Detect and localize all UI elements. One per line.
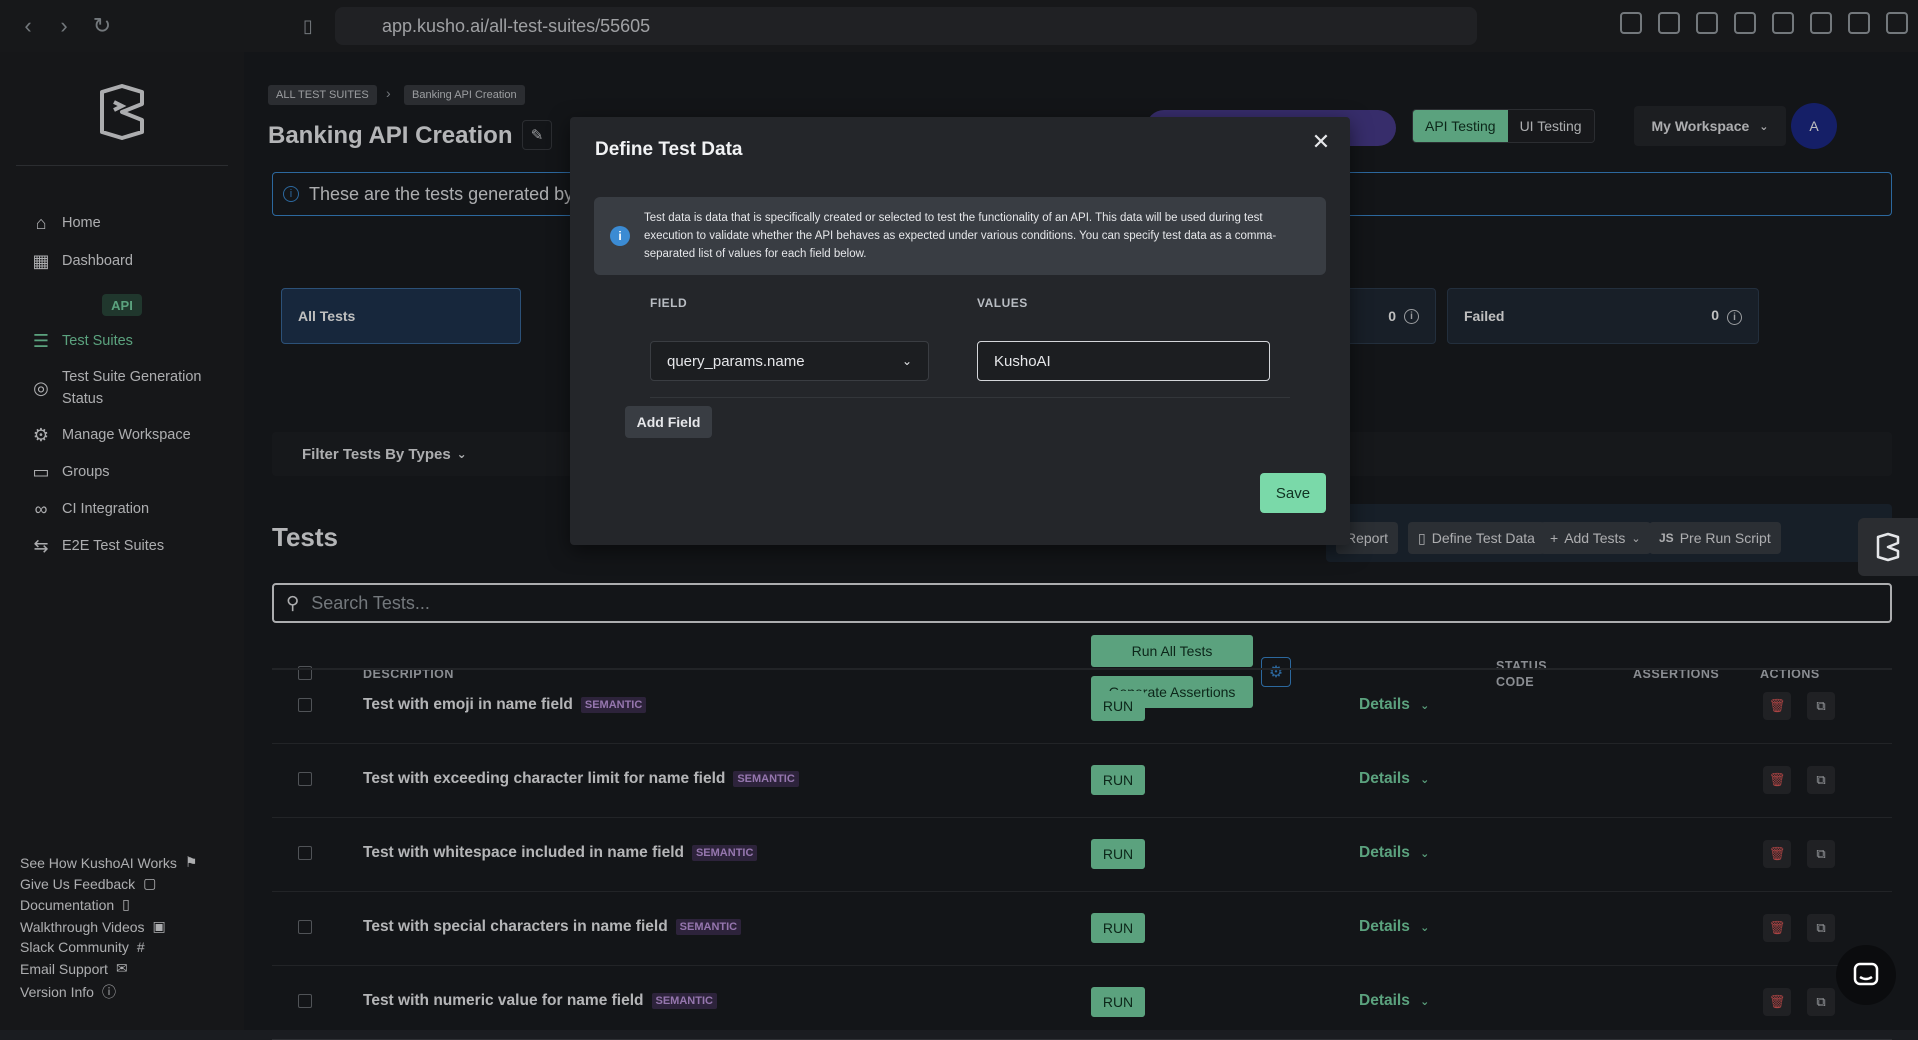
chat-icon [1853, 962, 1879, 986]
chevron-down-icon: ⌄ [901, 354, 912, 368]
modal-row-divider [650, 397, 1290, 398]
values-input[interactable]: KushoAI [977, 341, 1270, 381]
define-test-data-modal: Define Test Data ✕ i Test data is data t… [570, 117, 1350, 545]
add-field-button[interactable]: Add Field [625, 406, 712, 438]
modal-info-box: i Test data is data that is specifically… [594, 197, 1326, 275]
modal-info-text: Test data is data that is specifically c… [644, 212, 1277, 260]
save-button[interactable]: Save [1260, 473, 1326, 513]
modal-title: Define Test Data [595, 139, 743, 160]
field-column-label: FIELD [650, 296, 688, 310]
values-input-value: KushoAI [994, 352, 1051, 370]
chat-support-button[interactable] [1836, 945, 1896, 1005]
close-icon[interactable]: ✕ [1309, 129, 1333, 154]
values-column-label: VALUES [977, 296, 1028, 310]
field-select-value: query_params.name [667, 352, 805, 370]
info-icon: i [610, 226, 630, 246]
kusho-logo-icon [1876, 532, 1900, 562]
field-select[interactable]: query_params.name ⌄ [650, 341, 929, 381]
kusho-extension-button[interactable] [1858, 518, 1918, 576]
